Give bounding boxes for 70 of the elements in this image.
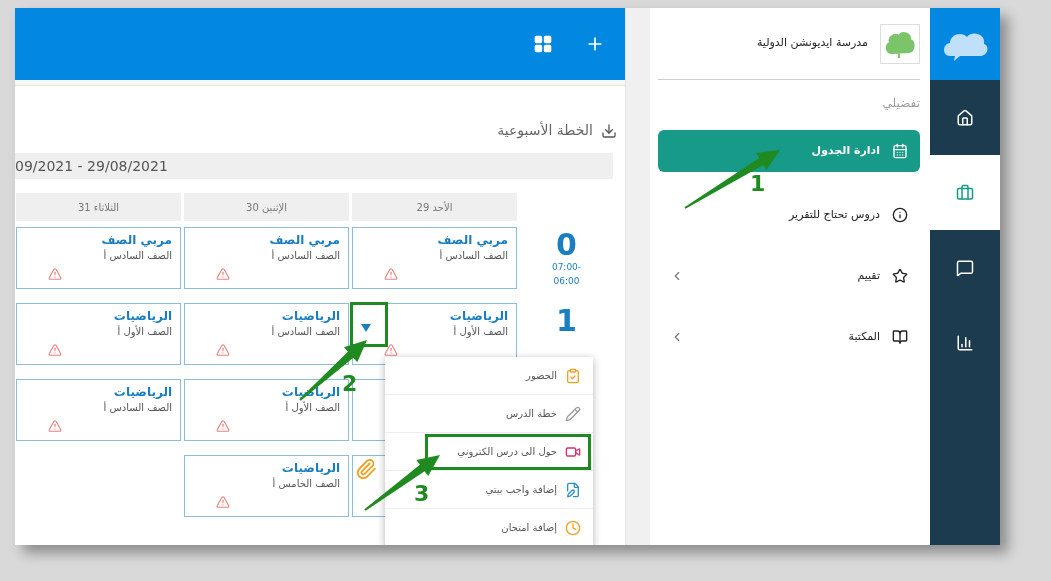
info-icon bbox=[892, 207, 908, 223]
lesson-card[interactable]: مربي الصف الصف السادس أ bbox=[184, 227, 349, 289]
grid-icon[interactable] bbox=[533, 34, 553, 54]
warning-icon bbox=[384, 267, 398, 281]
day-header: الإثنين 30 bbox=[184, 193, 349, 221]
class-name: الصف الخامس أ bbox=[272, 476, 340, 491]
app-logo[interactable] bbox=[930, 8, 1000, 80]
subject-name: الرياضيات bbox=[113, 384, 172, 400]
calendar-icon bbox=[892, 143, 908, 159]
subject-name: الرياضيات bbox=[449, 308, 508, 324]
warning-icon bbox=[216, 267, 230, 281]
section-label: تفضيلي bbox=[881, 95, 920, 112]
clipboard-icon bbox=[565, 367, 581, 384]
subject-name: مربي الصف bbox=[101, 232, 172, 248]
lesson-card[interactable]: الرياضيات الصف السادس أ bbox=[184, 303, 349, 365]
clock-icon bbox=[565, 519, 581, 536]
class-name: الصف السادس أ bbox=[439, 248, 508, 263]
date-range: 09/2021 - 29/08/2021 bbox=[15, 156, 168, 176]
period-start: -07:00 bbox=[551, 261, 582, 274]
warning-icon bbox=[384, 343, 398, 357]
lesson-card[interactable]: الرياضيات الصف السادس أ bbox=[16, 379, 181, 441]
warning-icon bbox=[48, 343, 62, 357]
lesson-card[interactable]: مربي الصف الصف السادس أ bbox=[16, 227, 181, 289]
document-edit-icon bbox=[565, 481, 581, 498]
sidebar-item[interactable]: تقييم bbox=[658, 261, 920, 291]
menu-item[interactable]: الحضور bbox=[385, 357, 593, 395]
subject-name: الرياضيات bbox=[113, 308, 172, 324]
home-icon bbox=[956, 108, 974, 127]
star-icon bbox=[892, 268, 908, 284]
download-icon[interactable] bbox=[601, 122, 617, 139]
warning-icon bbox=[216, 419, 230, 433]
sidebar-item[interactable]: المكتبة bbox=[658, 322, 920, 352]
lesson-card[interactable]: الرياضيات الصف الأول أ bbox=[16, 303, 181, 365]
warning-icon bbox=[48, 419, 62, 433]
pencil-icon bbox=[565, 405, 581, 422]
lesson-card[interactable]: الرياضيات الصف الخامس أ bbox=[184, 455, 349, 517]
subject-name: مربي الصف bbox=[269, 232, 340, 248]
step-number: 3 bbox=[414, 482, 430, 506]
class-name: الصف الأول أ bbox=[453, 324, 508, 340]
warning-icon bbox=[48, 267, 62, 281]
lesson-card[interactable]: مربي الصف الصف السادس أ bbox=[352, 227, 517, 289]
class-name: الصف السادس أ bbox=[103, 248, 172, 263]
briefcase-icon bbox=[956, 183, 974, 202]
class-name: الصف الأول أ bbox=[285, 400, 340, 416]
page-title: الخطة الأسبوعية bbox=[497, 120, 593, 141]
bar-chart-icon bbox=[956, 333, 974, 352]
subject-name: الرياضيات bbox=[281, 308, 340, 324]
school-logo bbox=[880, 23, 920, 64]
book-icon bbox=[892, 329, 908, 345]
class-name: الصف السادس أ bbox=[271, 248, 340, 263]
school-name: مدرسة ايديونشن الدولية bbox=[756, 35, 868, 52]
menu-item[interactable]: إضافة امتحان bbox=[385, 509, 593, 545]
caret-icon bbox=[361, 324, 371, 332]
class-name: الصف السادس أ bbox=[271, 324, 340, 339]
menu-item[interactable]: خطة الدرس bbox=[385, 395, 593, 433]
warning-icon bbox=[216, 343, 230, 357]
sidebar-item[interactable]: دروس تحتاج للتقرير bbox=[658, 200, 920, 230]
period-number: 1 bbox=[556, 305, 577, 337]
class-name: الصف السادس أ bbox=[103, 400, 172, 415]
subject-name: الرياضيات bbox=[281, 460, 340, 476]
day-header: الثلاثاء 31 bbox=[16, 193, 181, 221]
period-end: 06:00 bbox=[553, 274, 580, 288]
class-name: الصف الأول أ bbox=[117, 324, 172, 340]
chat-icon bbox=[956, 258, 974, 277]
subject-name: مربي الصف bbox=[437, 232, 508, 248]
warning-icon bbox=[216, 495, 230, 509]
step-number: 1 bbox=[750, 172, 766, 196]
nav-tab[interactable] bbox=[930, 155, 1000, 230]
period-number: 0 bbox=[556, 229, 577, 261]
day-header: الأحد 29 bbox=[352, 193, 517, 221]
